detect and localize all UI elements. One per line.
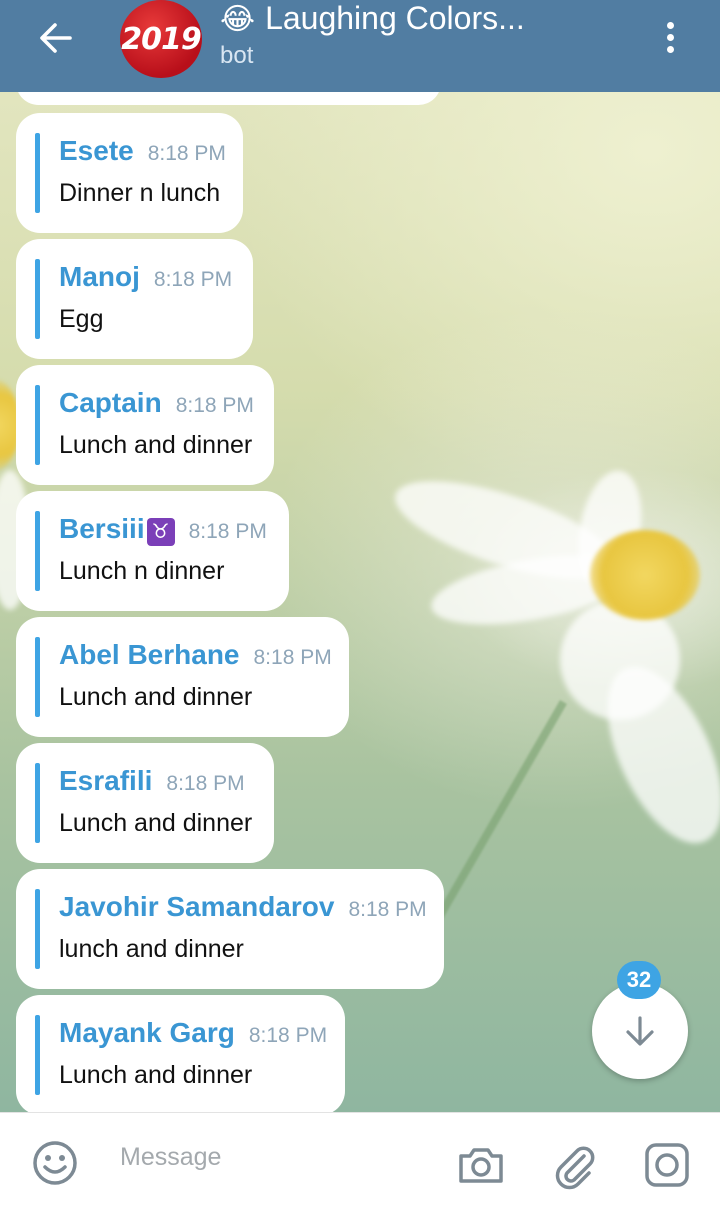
message-bubble[interactable]: Manoj 8:18 PM Egg <box>16 239 253 359</box>
message-text: Egg <box>59 305 104 333</box>
sender-name[interactable]: Bersiii <box>59 513 145 545</box>
unread-count-badge: 32 <box>617 961 661 999</box>
more-options-button[interactable] <box>650 14 690 60</box>
quote-bar <box>35 511 40 591</box>
message-text: Lunch and dinner <box>59 809 253 837</box>
message-bubble[interactable]: Esete 8:18 PM Dinner n lunch <box>16 113 243 233</box>
more-vertical-icon <box>666 21 674 29</box>
chat-subtitle: bot <box>220 42 254 69</box>
message-time: 8:18 PM <box>253 646 332 669</box>
arrow-down-icon <box>626 1016 654 1046</box>
chat-avatar[interactable]: 2019 <box>120 0 202 78</box>
quote-bar <box>35 763 40 843</box>
message-bubble[interactable]: Abel Berhane 8:18 PM Lunch and dinner <box>16 617 349 737</box>
paperclip-icon <box>555 1146 595 1190</box>
message-bubble[interactable]: Javohir Samandarov 8:18 PM lunch and din… <box>16 869 444 989</box>
message-text: lunch and dinner <box>59 935 244 963</box>
message-text: Lunch and dinner <box>59 1061 253 1089</box>
quote-bar <box>35 1015 40 1095</box>
instant-camera-button[interactable] <box>642 1140 692 1190</box>
smiley-icon <box>33 1141 77 1185</box>
sender-name[interactable]: Javohir Samandarov <box>59 891 334 923</box>
message-input[interactable] <box>120 1137 420 1177</box>
sender-name[interactable]: Esete <box>59 135 134 167</box>
message-time: 8:18 PM <box>147 142 226 165</box>
sender-name[interactable]: Mayank Garg <box>59 1017 235 1049</box>
arrow-left-icon <box>40 23 72 53</box>
sender-name[interactable]: Manoj <box>59 261 140 293</box>
taurus-emoji-icon: ♉ <box>146 518 175 546</box>
message-time: 8:18 PM <box>188 520 267 543</box>
camera-button[interactable] <box>456 1140 506 1190</box>
sender-name[interactable]: Esrafili <box>59 765 152 797</box>
chat-title-text: Laughing Colors... <box>265 0 525 36</box>
quote-bar <box>35 133 40 213</box>
quote-bar <box>35 889 40 969</box>
laughing-emoji-icon: 😂 <box>220 3 256 36</box>
quote-bar <box>35 637 40 717</box>
message-text: Lunch n dinner <box>59 557 225 585</box>
attach-button[interactable] <box>552 1140 598 1190</box>
chat-title: 😂 Laughing Colors... <box>220 0 525 38</box>
message-bubble[interactable]: Captain 8:18 PM Lunch and dinner <box>16 365 274 485</box>
message-time: 8:18 PM <box>348 898 427 921</box>
message-input-bar <box>0 1112 720 1210</box>
message-time: 8:18 PM <box>166 772 245 795</box>
message-text: Dinner n lunch <box>59 179 221 207</box>
message-bubble[interactable]: Bersiii ♉ 8:18 PM Lunch n dinner <box>16 491 289 611</box>
message-list[interactable]: Esete 8:18 PM Dinner n lunch Manoj 8:18 … <box>0 0 720 1112</box>
chat-header: 2019 😂 Laughing Colors... bot <box>0 0 720 92</box>
emoji-button[interactable] <box>30 1138 80 1188</box>
message-text: Lunch and dinner <box>59 683 253 711</box>
message-bubble[interactable]: Mayank Garg 8:18 PM Lunch and dinner <box>16 995 345 1112</box>
message-time: 8:18 PM <box>153 268 233 291</box>
chat-title-area[interactable]: 😂 Laughing Colors... bot <box>220 0 525 70</box>
message-time: 8:18 PM <box>248 1024 328 1047</box>
message-bubble[interactable]: Esrafili 8:18 PM Lunch and dinner <box>16 743 274 863</box>
instant-camera-icon <box>645 1143 689 1187</box>
quote-bar <box>35 259 40 339</box>
camera-icon <box>459 1148 503 1183</box>
quote-bar <box>35 385 40 465</box>
message-time: 8:18 PM <box>175 394 254 417</box>
sender-name[interactable]: Abel Berhane <box>59 639 240 671</box>
back-button[interactable] <box>30 16 82 60</box>
message-text: Lunch and dinner <box>59 431 253 459</box>
avatar-text: 2019 <box>121 21 201 57</box>
sender-name[interactable]: Captain <box>59 387 162 419</box>
